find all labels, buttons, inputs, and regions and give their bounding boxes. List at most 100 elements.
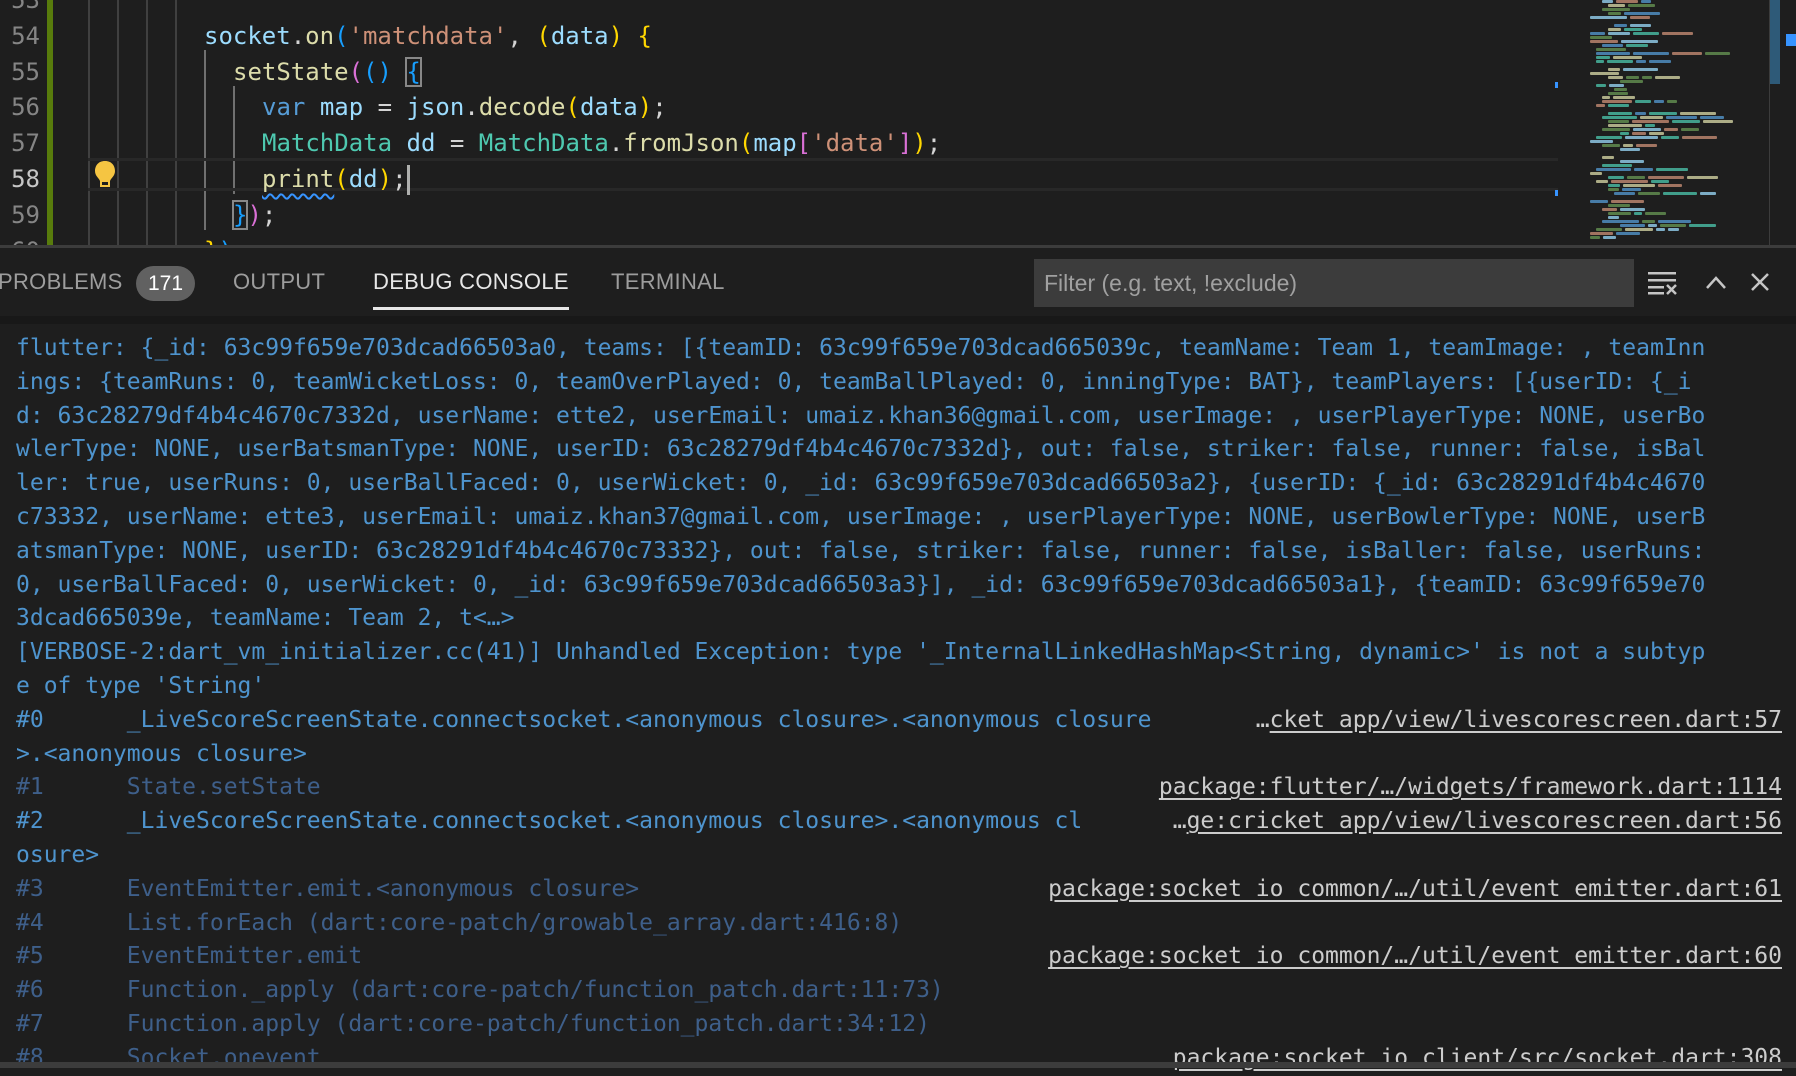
- minimap-line: [1620, 132, 1630, 135]
- source-path[interactable]: ge:cricket_app/view/livescorescreen.dart…: [1187, 808, 1782, 834]
- line-number: 60: [0, 233, 40, 245]
- code-token: ;: [233, 237, 247, 245]
- debug-console-output[interactable]: flutter: {_id: 63c99f659e703dcad66503a0,…: [16, 332, 1782, 1076]
- maximize-panel-button[interactable]: [1696, 262, 1736, 302]
- code-token: ): [247, 200, 262, 229]
- minimap-line: [1632, 120, 1670, 123]
- minimap-line: [1590, 172, 1603, 175]
- minimap-line: [1653, 100, 1664, 103]
- indent-guide: [117, 0, 119, 245]
- minimap-line: [1602, 156, 1614, 159]
- code-token: =: [363, 93, 407, 122]
- problems-count-badge: 171: [136, 266, 196, 301]
- code-line[interactable]: });: [204, 233, 247, 245]
- stack-frame-source-link[interactable]: package:socket_io_common/…/util/event_em…: [1038, 872, 1782, 907]
- line-number: 53: [11, 0, 40, 14]
- console-line: e of type 'String': [16, 670, 1782, 704]
- source-path[interactable]: package:socket_io_common/…/util/event_em…: [1048, 876, 1782, 902]
- close-panel-button[interactable]: [1740, 262, 1780, 302]
- code-token: ;: [926, 129, 942, 158]
- code-token: }: [204, 237, 218, 245]
- minimap-line: [1620, 208, 1646, 211]
- line-number: 59: [11, 200, 40, 229]
- console-text: #4 List.forEach (dart:core-patch/growabl…: [16, 909, 903, 936]
- minimap-line: [1596, 228, 1622, 231]
- stack-frame-source-link[interactable]: package:flutter/…/widgets/framework.dart…: [1148, 771, 1782, 806]
- minimap[interactable]: [1570, 0, 1760, 245]
- console-text: 0, userBallFaced: 0, userWicket: 0, _id:…: [16, 571, 1706, 598]
- minimap-line: [1634, 100, 1651, 103]
- minimap-line: [1624, 12, 1661, 15]
- code-line[interactable]: print(dd);: [262, 161, 410, 197]
- minimap-line: [1602, 100, 1632, 103]
- console-line: #1 State.setState package:flutter/…/widge…: [16, 771, 1782, 806]
- source-path[interactable]: package:flutter/…/widgets/framework.dart…: [1159, 774, 1782, 800]
- console-text: ings: {teamRuns: 0, teamWicketLoss: 0, t…: [16, 368, 1692, 395]
- code-token: 'matchdata': [348, 21, 508, 50]
- console-line: #7 Function.apply (dart:core-patch/funct…: [16, 1008, 1782, 1042]
- stack-frame-source-link[interactable]: package:socket_io_client/src/socket.dart…: [1162, 1041, 1782, 1076]
- lightbulb-icon[interactable]: [94, 160, 116, 190]
- source-path[interactable]: cket_app/view/livescorescreen.dart:57: [1270, 707, 1782, 733]
- minimap-line: [1638, 192, 1660, 195]
- stack-frame-source-link[interactable]: …ge:cricket_app/view/livescorescreen.dar…: [1162, 805, 1782, 839]
- minimap-line: [1667, 228, 1680, 231]
- minimap-line: [1648, 224, 1657, 227]
- console-text: e of type 'String': [16, 672, 266, 699]
- minimap-line: [1635, 144, 1658, 147]
- tab-output[interactable]: OUTPUT: [233, 248, 325, 316]
- console-text: #7 Function.apply (dart:core-patch/funct…: [16, 1010, 930, 1037]
- tab-label: PROBLEMS: [0, 269, 123, 294]
- indent-guide: [88, 0, 90, 245]
- minimap-line: [1608, 212, 1631, 215]
- minimap-line: [1649, 60, 1672, 63]
- code-token: ]: [897, 129, 913, 158]
- minimap-line: [1602, 0, 1614, 3]
- code-token: (: [536, 21, 551, 50]
- minimap-line: [1645, 124, 1656, 127]
- minimap-line: [1635, 60, 1647, 63]
- tab-problems[interactable]: PROBLEMS: [0, 248, 123, 316]
- code-line[interactable]: setState(() {: [233, 54, 422, 90]
- minimap-line: [1632, 132, 1646, 135]
- indent-guide: [146, 0, 148, 245]
- tab-terminal[interactable]: TERMINAL: [611, 248, 725, 316]
- code-token: json: [406, 93, 465, 122]
- code-editor[interactable]: 53 54 55 56 57 58 59 60 socket.on('matchdata', …: [0, 0, 1796, 245]
- minimap-line: [1627, 4, 1656, 7]
- source-path[interactable]: package:socket_io_common/…/util/event_em…: [1048, 943, 1782, 969]
- code-line[interactable]: MatchData dd = MatchData.fromJson(map['d…: [262, 125, 941, 161]
- minimap-line: [1608, 204, 1630, 207]
- minimap-line: [1621, 40, 1659, 43]
- minimap-line: [1590, 140, 1613, 143]
- minimap-line: [1603, 236, 1616, 239]
- console-line: ler: true, userRuns: 0, userBallFaced: 0…: [16, 467, 1782, 501]
- console-filter-input[interactable]: [1034, 259, 1634, 307]
- code-token: ): [912, 129, 927, 158]
- stack-frame-source-link[interactable]: package:socket_io_common/…/util/event_em…: [1038, 940, 1782, 975]
- console-text: flutter: {_id: 63c99f659e703dcad66503a0,…: [16, 335, 1706, 361]
- minimap-line: [1656, 228, 1665, 231]
- code-line[interactable]: var map = json.decode(data);: [262, 89, 667, 125]
- console-text: #6 Function._apply (dart:core-patch/func…: [16, 977, 944, 1004]
- minimap-line: [1608, 84, 1624, 87]
- minimap-line: [1608, 4, 1625, 7]
- truncation-ellipsis: …: [1172, 808, 1187, 835]
- stack-frame-source-link[interactable]: …cket_app/view/livescorescreen.dart:57: [1245, 703, 1782, 738]
- code-token: (: [334, 21, 349, 50]
- minimap-line: [1613, 56, 1643, 59]
- vertical-scrollbar-thumb[interactable]: [1770, 0, 1780, 84]
- minimap-line: [1602, 128, 1630, 131]
- code-line[interactable]: socket.on('matchdata', (data) {: [204, 18, 652, 54]
- tab-debug-console[interactable]: DEBUG CONSOLE: [373, 248, 569, 316]
- code-token: {: [405, 56, 422, 87]
- console-line: atsmanType: NONE, userID: 63c28291df4b4c…: [16, 535, 1782, 569]
- clear-console-button[interactable]: [1643, 262, 1683, 302]
- minimap-line: [1666, 100, 1678, 103]
- minimap-line: [1596, 136, 1622, 139]
- code-line[interactable]: });: [231, 197, 276, 233]
- code-token: .: [290, 21, 306, 50]
- minimap-line: [1621, 188, 1641, 191]
- code-token: map: [319, 93, 364, 122]
